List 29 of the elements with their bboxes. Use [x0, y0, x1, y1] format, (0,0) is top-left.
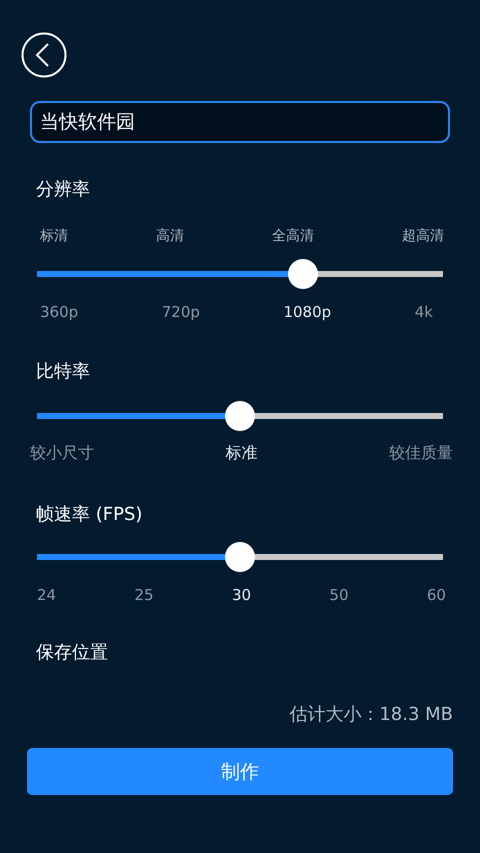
- back-icon[interactable]: [21, 32, 67, 78]
- option-label: 标准: [226, 443, 258, 464]
- option-label: 50: [329, 586, 348, 604]
- slider[interactable]: [37, 542, 443, 572]
- save-location-title: 保存位置: [35, 641, 109, 664]
- option-label: 360p: [40, 303, 78, 321]
- option-label: 30: [232, 586, 252, 604]
- slider-thumb[interactable]: [225, 401, 255, 431]
- option-label: 较佳质量: [389, 443, 453, 464]
- section-title: 分辨率: [35, 178, 91, 201]
- slider-thumb[interactable]: [288, 259, 318, 289]
- name-input-field[interactable]: 当快软件园: [30, 101, 450, 143]
- slider-thumb[interactable]: [225, 542, 255, 572]
- option-label: 25: [134, 586, 154, 604]
- option-label: 24: [37, 586, 56, 604]
- quality-label: 高清: [156, 227, 184, 245]
- section-title: 帧速率 (FPS): [35, 503, 144, 526]
- option-label: 4k: [414, 303, 433, 321]
- option-label: 720p: [162, 303, 200, 321]
- quality-label: 标清: [40, 227, 68, 245]
- slider[interactable]: [37, 401, 443, 431]
- section-title: 比特率: [35, 360, 91, 383]
- option-label: 较小尺寸: [30, 443, 94, 464]
- option-label: 1080p: [283, 303, 332, 321]
- slider[interactable]: [37, 259, 443, 289]
- quality-label: 超高清: [402, 227, 444, 245]
- quality-label: 全高清: [272, 227, 314, 245]
- option-label: 60: [426, 586, 446, 604]
- estimated-size: 估计大小：18.3 MB: [289, 703, 453, 726]
